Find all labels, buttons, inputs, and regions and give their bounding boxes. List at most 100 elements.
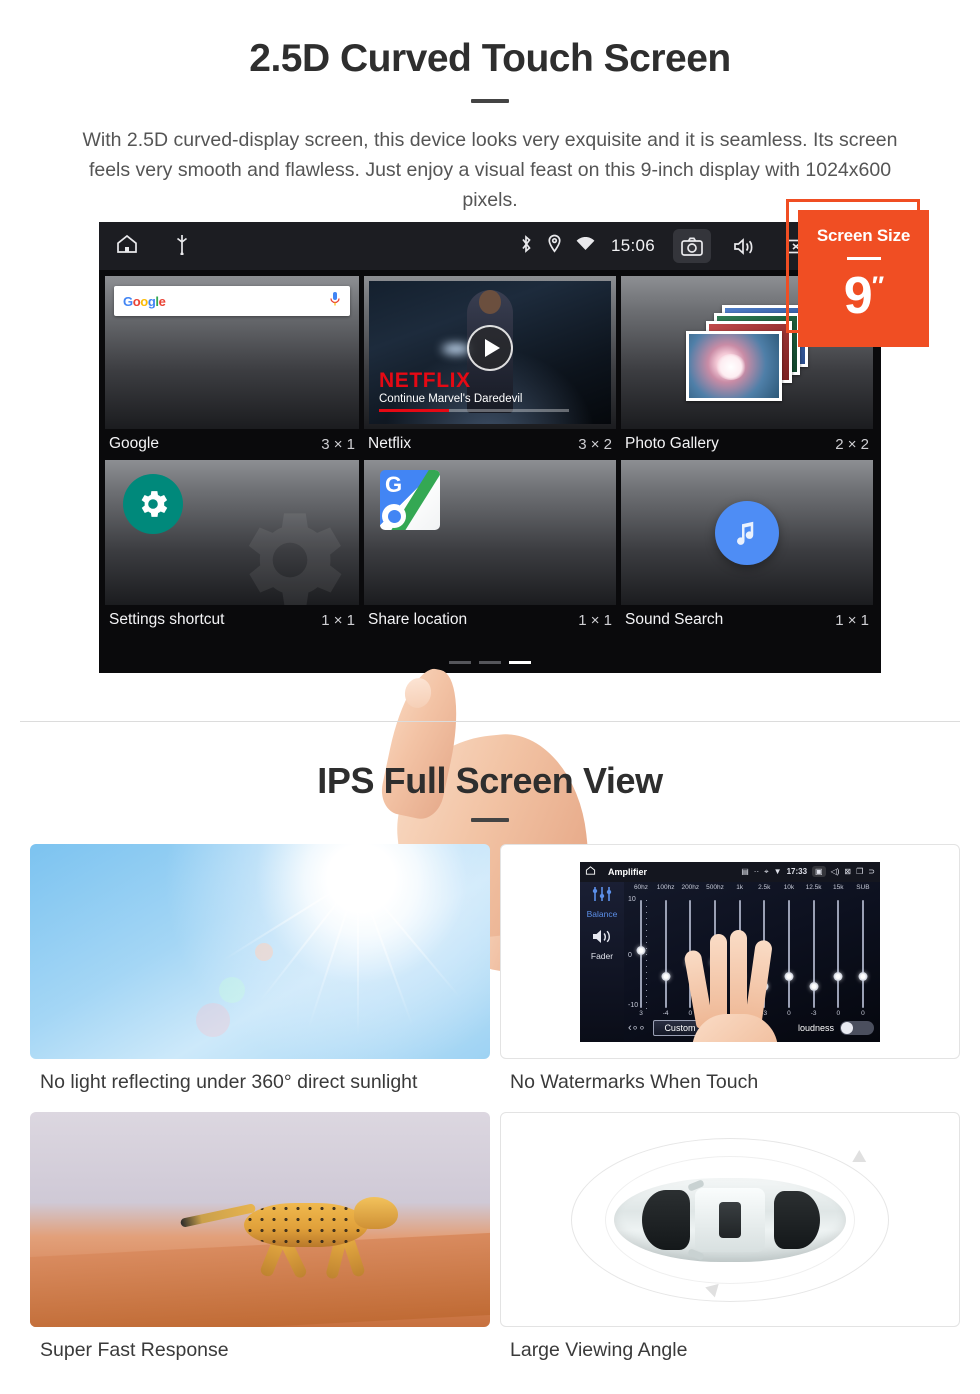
play-icon[interactable] — [467, 325, 513, 372]
netflix-brand: NETFLIX — [379, 369, 471, 392]
widget-size: 1 × 1 — [578, 611, 612, 629]
progress-bar — [379, 409, 569, 412]
feature-caption: No Watermarks When Touch — [510, 1071, 759, 1093]
device-screen: 15:06 Google Google 3 × 1 NETFLIX Contin… — [99, 222, 881, 673]
equalizer-icon[interactable] — [580, 886, 624, 907]
widget-label: Share location — [368, 611, 468, 628]
sidebar-item-balance[interactable]: Balance — [580, 909, 624, 919]
google-search-widget[interactable]: Google — [114, 286, 350, 316]
band-slider[interactable] — [803, 900, 825, 1008]
back-icon[interactable]: ⊃ — [868, 867, 875, 876]
badge-value: 9 — [843, 267, 873, 325]
page-dot[interactable] — [449, 661, 471, 664]
camera-icon[interactable] — [673, 229, 711, 263]
page-title: 2.5D Curved Touch Screen — [249, 37, 731, 80]
amplifier-clock: 17:33 — [786, 867, 808, 876]
sidebar-item-fader[interactable]: Fader — [580, 951, 624, 961]
amplifier-title: Amplifier — [608, 866, 648, 877]
widget-size: 3 × 2 — [578, 435, 612, 453]
page-dot-active[interactable] — [509, 661, 531, 664]
usb-icon — [173, 233, 191, 260]
preset-button[interactable]: Custom — [653, 1019, 707, 1036]
amplifier-status-bar: Amplifier ▤ ·· ⌖ ▼ 17:33 ▣ ◁) ⊠ ❐ ⊃ — [580, 861, 880, 882]
section2-title: IPS Full Screen View — [317, 760, 663, 801]
band-label: 500hz — [706, 883, 724, 891]
home-icon[interactable] — [585, 863, 596, 881]
home-icon[interactable] — [115, 232, 139, 261]
feature-caption: Super Fast Response — [40, 1339, 229, 1361]
blue-sky-sunlight-photo — [30, 844, 490, 1059]
volume-icon[interactable]: ◁) — [831, 867, 840, 876]
band-values: 3 -4 0 0 0 -3 0 -3 0 0 — [630, 1010, 874, 1017]
amplifier-footer: ‹∘∘ Custom loudness — [628, 1018, 874, 1038]
band-value: 0 — [737, 1009, 742, 1017]
widget-google[interactable]: Google Google 3 × 1 — [105, 276, 359, 460]
band-value: 0 — [787, 1009, 791, 1017]
camera-icon[interactable]: ▣ — [812, 866, 826, 877]
band-slider[interactable] — [827, 900, 849, 1008]
feature-cell-fast-response: Super Fast Response — [20, 1112, 490, 1380]
badge-title: Screen Size — [816, 226, 911, 245]
widget-picker-grid: Google Google 3 × 1 NETFLIX Continue Mar… — [99, 270, 881, 636]
band-label: 15k — [833, 883, 844, 891]
widget-sound-search[interactable]: Sound Search 1 × 1 — [621, 460, 873, 636]
band-slider[interactable] — [852, 900, 874, 1008]
band-slider[interactable] — [729, 900, 751, 1008]
widget-size: 3 × 1 — [321, 435, 355, 453]
wifi-icon — [576, 236, 595, 257]
amplifier-sidebar: Balance Fader — [580, 881, 624, 1042]
feature-cell-no-watermarks: Amplifier ▤ ·· ⌖ ▼ 17:33 ▣ ◁) ⊠ ❐ ⊃ Bala… — [490, 844, 960, 1112]
band-label: 200hz — [681, 883, 700, 891]
band-label: 60hz — [633, 883, 649, 891]
section-ips-full-screen-view: IPS Full Screen View No light reflecting… — [0, 722, 980, 1380]
widget-netflix[interactable]: NETFLIX Continue Marvel's Daredevil Netf… — [364, 276, 616, 460]
feature-cell-viewing-angle: Large Viewing Angle — [490, 1112, 960, 1380]
gallery-icon[interactable]: ▤ — [741, 867, 749, 876]
band-label: 12.5k — [805, 883, 822, 891]
loudness-toggle[interactable] — [840, 1020, 874, 1035]
section-curved-touch-screen: 2.5D Curved Touch Screen With 2.5D curve… — [0, 0, 980, 983]
google-logo: Google — [123, 293, 166, 309]
amplifier-screen: Amplifier ▤ ·· ⌖ ▼ 17:33 ▣ ◁) ⊠ ❐ ⊃ Bala… — [580, 861, 880, 1042]
section2-title-underline — [471, 818, 509, 822]
band-slider[interactable] — [655, 900, 677, 1008]
band-slider[interactable] — [753, 900, 775, 1008]
band-sliders — [630, 900, 874, 1008]
prev-icon[interactable]: ‹∘∘ — [628, 1021, 645, 1034]
band-slider[interactable] — [630, 900, 652, 1008]
band-value: 0 — [836, 1009, 841, 1017]
widget-label: Google — [109, 435, 159, 452]
badge-divider — [846, 257, 881, 260]
page-indicator[interactable] — [449, 661, 531, 664]
page-dot[interactable] — [479, 661, 501, 664]
running-cheetah-photo — [30, 1112, 490, 1327]
status-clock: 15:06 — [610, 236, 655, 255]
location-pin-icon: ⌖ — [764, 866, 769, 876]
more-icon[interactable]: ·· — [754, 867, 759, 876]
widget-label: Photo Gallery — [625, 435, 719, 452]
amplifier-body: Balance Fader 60hz 100hz 200hz 500hz 1k … — [580, 881, 880, 1042]
netflix-subtitle: Continue Marvel's Daredevil — [379, 393, 523, 405]
recents-icon[interactable]: ❐ — [856, 867, 863, 876]
microphone-icon[interactable] — [329, 291, 341, 312]
band-slider[interactable] — [679, 900, 701, 1008]
speaker-icon[interactable] — [580, 928, 624, 950]
widget-share-location[interactable]: G Share location 1 × 1 — [364, 460, 616, 636]
widget-size: 1 × 1 — [321, 611, 355, 629]
widget-label: Sound Search — [625, 611, 724, 628]
band-label: 1k — [736, 883, 744, 891]
wifi-icon: ▼ — [773, 867, 782, 876]
widget-settings-shortcut[interactable]: Settings shortcut 1 × 1 — [105, 460, 359, 636]
widget-size: 2 × 2 — [835, 435, 869, 453]
feature-caption: No light reflecting under 360° direct su… — [40, 1071, 418, 1093]
band-value: -3 — [761, 1009, 768, 1017]
netflix-preview: NETFLIX Continue Marvel's Daredevil — [369, 281, 611, 424]
band-slider[interactable] — [704, 900, 726, 1008]
volume-icon[interactable] — [725, 229, 763, 263]
band-value: 3 — [639, 1009, 643, 1017]
feature-grid: No light reflecting under 360° direct su… — [20, 844, 960, 1380]
band-slider[interactable] — [778, 900, 800, 1008]
widget-size: 1 × 1 — [835, 611, 869, 629]
close-box-icon[interactable]: ⊠ — [844, 867, 851, 876]
android-status-bar: 15:06 — [99, 222, 881, 270]
